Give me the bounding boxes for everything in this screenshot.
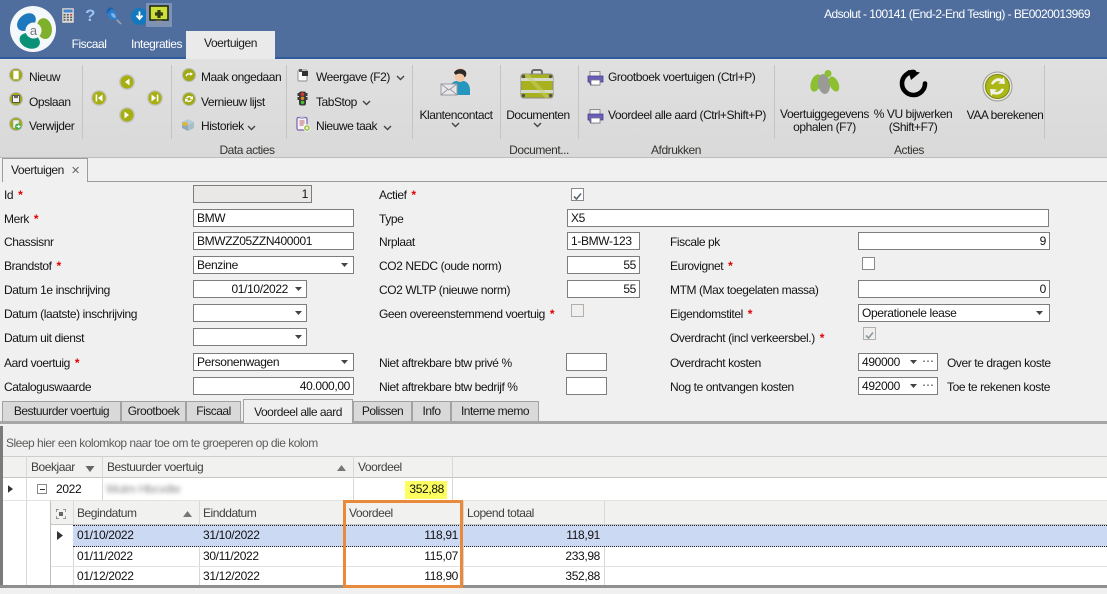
svg-text:a: a bbox=[30, 23, 38, 38]
